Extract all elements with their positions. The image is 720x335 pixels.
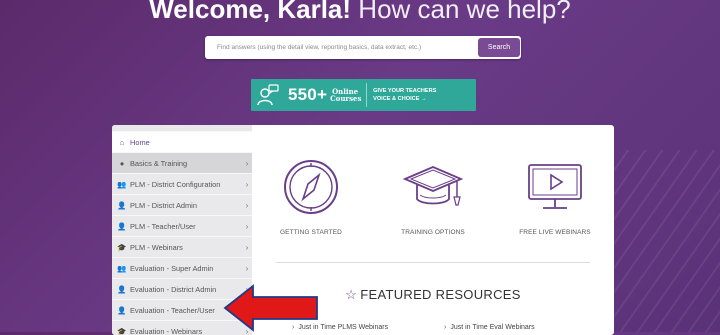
- section-divider: [276, 262, 590, 263]
- chevron-right-icon: ›: [242, 222, 252, 231]
- sidebar-item-label: Evaluation - Super Admin: [130, 264, 242, 273]
- course-count: 550+: [288, 85, 327, 105]
- sidebar-item-label: PLM - Teacher/User: [130, 222, 242, 231]
- search-input[interactable]: [205, 36, 473, 59]
- person-chat-icon: [251, 79, 285, 111]
- online-courses-banner[interactable]: 550+ Online Courses GIVE YOUR TEACHERS V…: [251, 79, 476, 111]
- search-bar: [205, 36, 521, 59]
- user-icon: 👤: [117, 222, 127, 231]
- banner-cta[interactable]: GIVE YOUR TEACHERS VOICE & CHOICE →: [366, 83, 448, 107]
- circle-icon: ●: [117, 159, 127, 168]
- chevron-right-icon: ›: [242, 159, 252, 168]
- search-button[interactable]: Search: [478, 38, 520, 57]
- graduation-cap-icon: [401, 155, 465, 219]
- chevron-right-icon: ›: [242, 180, 252, 189]
- help-panel: ⌂ Home ● Basics & Training › 👥 PLM - Dis…: [112, 125, 614, 335]
- user-icon: 👤: [117, 306, 127, 315]
- feature-label-free-live-webinars: FREE LIVE WEBINARS: [500, 229, 610, 236]
- feature-training-options[interactable]: [378, 155, 488, 219]
- feature-free-live-webinars[interactable]: [500, 155, 610, 219]
- course-label: Online Courses: [330, 88, 360, 102]
- chevron-right-icon: ›: [444, 324, 446, 331]
- star-icon: ☆: [345, 287, 357, 302]
- welcome-question: How can we help?: [358, 0, 570, 24]
- user-icon: 👤: [117, 285, 127, 294]
- sidebar-item-label: PLM - Webinars: [130, 243, 242, 252]
- sidebar-item-label: PLM - District Configuration: [130, 180, 242, 189]
- feature-getting-started[interactable]: [256, 155, 366, 219]
- background-diagonal-pattern: [610, 150, 720, 332]
- sidebar-item-basics-training[interactable]: ● Basics & Training ›: [112, 152, 252, 173]
- welcome-name: Welcome, Karla!: [149, 0, 351, 24]
- sidebar-item-plm-teacher-user[interactable]: 👤 PLM - Teacher/User ›: [112, 215, 252, 236]
- user-icon: 👤: [117, 201, 127, 210]
- compass-icon: [279, 155, 343, 219]
- graduation-cap-icon: 🎓: [117, 327, 127, 335]
- welcome-heading: Welcome, Karla! How can we help?: [0, 0, 720, 26]
- feature-label-training-options: TRAINING OPTIONS: [378, 229, 488, 236]
- sidebar-item-home[interactable]: ⌂ Home: [112, 131, 252, 152]
- sidebar-item-plm-webinars[interactable]: 🎓 PLM - Webinars ›: [112, 236, 252, 257]
- users-icon: 👥: [117, 264, 127, 273]
- users-icon: 👥: [117, 180, 127, 189]
- sidebar-item-label: Home: [130, 138, 252, 147]
- banner-cta-line2: VOICE & CHOICE →: [373, 95, 448, 103]
- annotation-arrow-icon: [223, 284, 319, 332]
- sidebar-item-label: PLM - District Admin: [130, 201, 242, 210]
- banner-cta-line1: GIVE YOUR TEACHERS: [373, 87, 448, 95]
- chevron-right-icon: ›: [242, 243, 252, 252]
- home-icon: ⌂: [117, 138, 127, 147]
- sidebar-item-plm-district-configuration[interactable]: 👥 PLM - District Configuration ›: [112, 173, 252, 194]
- resource-link-label: Just in Time Eval Webinars: [450, 324, 534, 331]
- chevron-right-icon: ›: [242, 201, 252, 210]
- sidebar-item-plm-district-admin[interactable]: 👤 PLM - District Admin ›: [112, 194, 252, 215]
- sidebar-item-evaluation-super-admin[interactable]: 👥 Evaluation - Super Admin ›: [112, 257, 252, 278]
- feature-label-getting-started: GETTING STARTED: [256, 229, 366, 236]
- featured-resources-title: FEATURED RESOURCES: [360, 287, 520, 302]
- monitor-play-icon: [523, 155, 587, 219]
- chevron-right-icon: ›: [242, 264, 252, 273]
- sidebar-item-label: Basics & Training: [130, 159, 242, 168]
- course-label-line2: Courses: [330, 95, 360, 102]
- resource-link-eval-webinars[interactable]: › Just in Time Eval Webinars: [444, 324, 535, 331]
- graduation-cap-icon: 🎓: [117, 243, 127, 252]
